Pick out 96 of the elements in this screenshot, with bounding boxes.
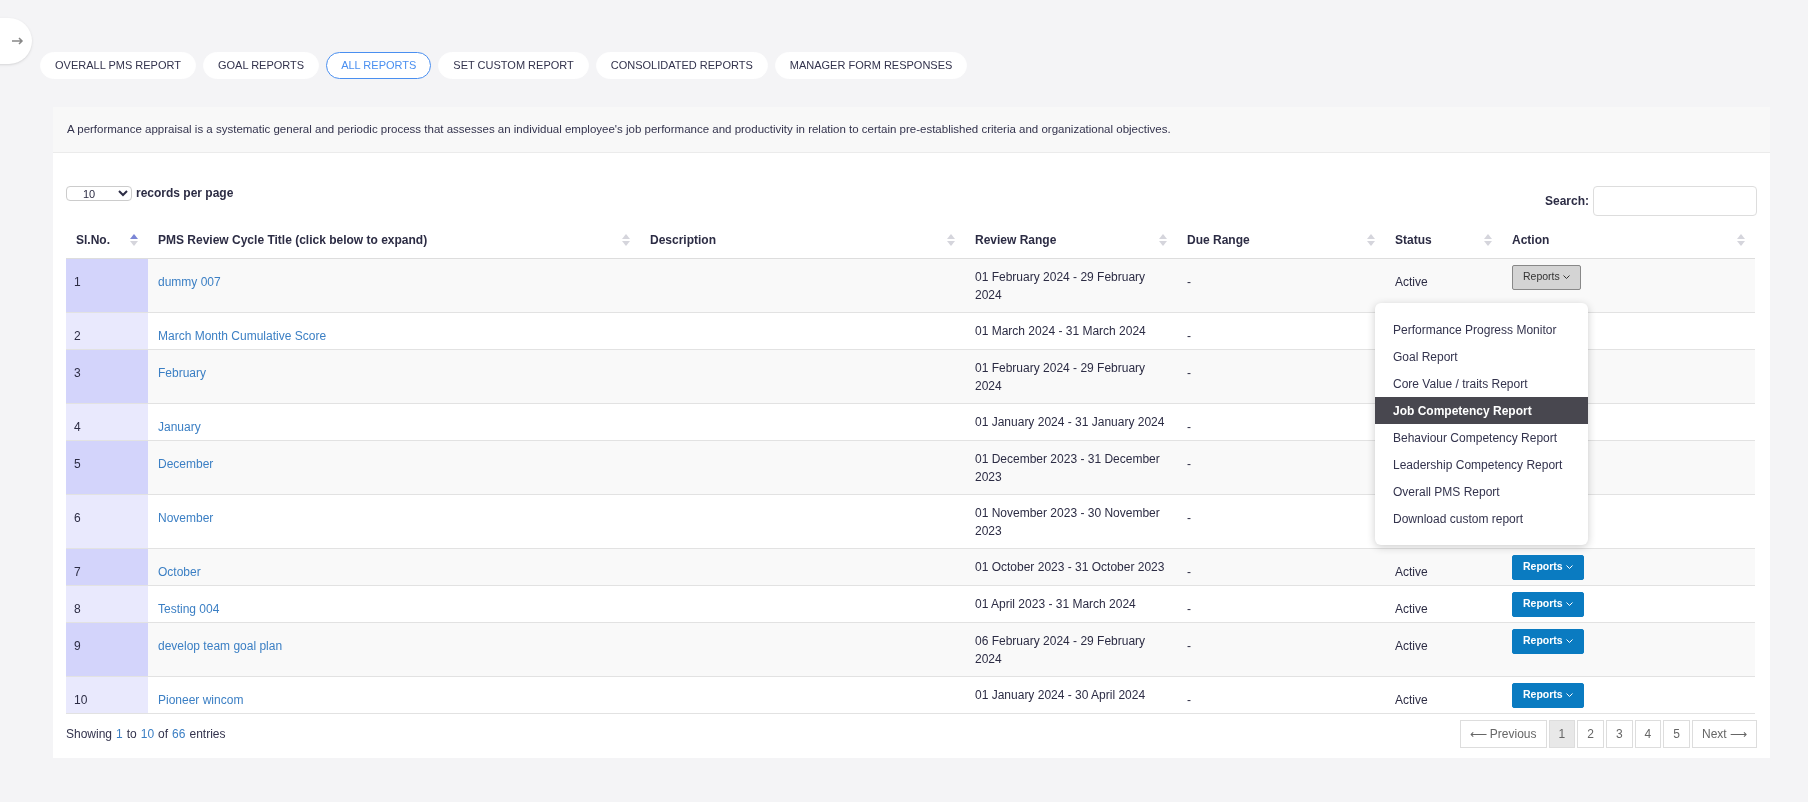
serial-number: 2 [74,328,81,343]
serial-number: 4 [74,419,81,434]
cycle-title-link[interactable]: March Month Cumulative Score [158,328,327,343]
due-range: - [1187,638,1191,653]
cycle-title-link[interactable]: October [158,564,201,579]
pagination-button[interactable]: 1 [1548,719,1576,748]
review-range: 01 April 2023 - 31 March 2024 [975,595,1137,613]
menu-item[interactable]: Behaviour Competency Report [1375,424,1588,451]
search-label: Search: [1544,193,1589,211]
review-range: 01 October 2023 - 31 October 2023 [975,558,1166,576]
review-range: 01 January 2024 - 31 January 2024 [975,413,1166,431]
cycle-title-link[interactable]: Testing 004 [158,601,220,616]
column-header[interactable]: Sl.No. [76,231,110,249]
cycle-title-link[interactable]: December [158,456,214,471]
serial-number: 5 [74,456,81,471]
status-text: Active [1395,638,1428,653]
sort-icon [1159,234,1167,246]
serial-number: 1 [74,274,81,289]
column-header[interactable]: Status [1395,231,1432,249]
menu-item[interactable]: Performance Progress Monitor [1375,316,1588,343]
cycle-title-link[interactable]: January [158,419,201,434]
cycle-title-link[interactable]: dummy 007 [158,274,221,289]
due-range: - [1187,328,1191,343]
menu-item[interactable]: Download custom report [1375,505,1588,532]
arrow-right-icon [12,36,24,46]
serial-number: 9 [74,638,81,653]
cycle-title-link[interactable]: Pioneer wincom [158,692,244,707]
reports-button[interactable]: Reports [1512,264,1581,290]
due-range: - [1187,419,1191,434]
page-size-label: records per page [136,185,234,203]
column-header[interactable]: Due Range [1187,231,1250,249]
pagination-button[interactable]: 5 [1663,719,1690,748]
menu-item[interactable]: Job Competency Report [1375,397,1588,424]
reports-button[interactable]: Reports [1512,628,1584,654]
caret-icon [1565,564,1573,570]
page-size-select[interactable]: 10 [66,185,132,201]
description-text: A performance appraisal is a systematic general and periodic process that assesses an individual employee's job performance and productivity in relation to certain pre-established criteria and organizational objectives. [67,122,1172,137]
reports-button[interactable]: Reports [1512,591,1584,617]
serial-number: 7 [74,564,81,579]
sort-icon [622,234,630,246]
sort-icon [1484,234,1492,246]
serial-number: 8 [74,601,81,616]
caret-icon [1565,638,1573,644]
menu-item[interactable]: Core Value / traits Report [1375,370,1588,397]
sort-icon [1737,234,1745,246]
reports-button[interactable]: Reports [1512,682,1584,708]
serial-number: 10 [74,692,88,707]
column-header[interactable]: Action [1512,231,1550,249]
caret-icon [1562,274,1570,280]
due-range: - [1187,365,1191,380]
cycle-title-link[interactable]: November [158,510,214,525]
report-tab[interactable]: OVERALL PMS REPORT [40,52,196,79]
menu-item[interactable]: Overall PMS Report [1375,478,1588,505]
cycle-title-link[interactable]: February [158,365,207,380]
caret-icon [1565,601,1573,607]
review-range: 01 March 2024 - 31 March 2024 [975,322,1147,340]
status-text: Active [1395,692,1428,707]
entries-info: Showing 1 to 10 of 66 entries [66,725,226,743]
status-text: Active [1395,274,1428,289]
sort-icon [947,234,955,246]
report-tab[interactable]: SET CUSTOM REPORT [438,52,589,79]
pagination-button[interactable]: 3 [1605,719,1633,748]
serial-number: 3 [74,365,81,380]
due-range: - [1187,274,1191,289]
review-range: 01 December 2023 - 31 December 2023 [975,450,1161,486]
pagination-button[interactable]: Next ⟶ [1692,719,1757,748]
report-tab[interactable]: GOAL REPORTS [202,52,320,79]
review-range: 01 January 2024 - 30 April 2024 [975,686,1147,704]
sort-icon [1367,234,1375,246]
pagination-button[interactable]: 2 [1577,719,1604,748]
report-tab[interactable]: CONSOLIDATED REPORTS [595,52,768,79]
due-range: - [1187,564,1191,579]
sort-icon [130,234,138,246]
due-range: - [1187,601,1191,616]
due-range: - [1187,510,1191,525]
caret-icon [1565,692,1573,698]
column-header[interactable]: Review Range [975,231,1057,249]
search-field[interactable] [1593,186,1757,217]
serial-number: 6 [74,510,81,525]
due-range: - [1187,692,1191,707]
pagination-button[interactable]: ⟵ Previous [1459,719,1547,748]
pagination-button[interactable]: 4 [1634,719,1662,748]
review-range: 01 November 2023 - 30 November 2023 [975,504,1161,540]
cycle-title-link[interactable]: develop team goal plan [158,638,283,653]
column-header[interactable]: PMS Review Cycle Title (click below to expand) [158,231,428,249]
review-range: 01 February 2024 - 29 February 2024 [975,268,1147,304]
column-header[interactable]: Description [650,231,716,249]
menu-item[interactable]: Leadership Competency Report [1375,451,1588,478]
status-text: Active [1395,564,1428,579]
due-range: - [1187,456,1191,471]
report-tab[interactable]: MANAGER FORM RESPONSES [774,52,968,79]
status-text: Active [1395,601,1428,616]
menu-item[interactable]: Goal Report [1375,343,1588,370]
review-range: 06 February 2024 - 29 February 2024 [975,632,1147,668]
review-range: 01 February 2024 - 29 February 2024 [975,359,1147,395]
reports-button[interactable]: Reports [1512,554,1584,580]
